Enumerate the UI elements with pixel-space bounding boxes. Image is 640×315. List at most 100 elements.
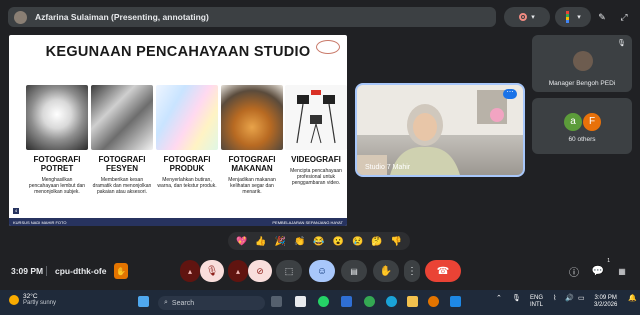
chrome-profile-icon[interactable]: [428, 296, 439, 307]
reaction-thinking-icon[interactable]: 🤔: [371, 236, 382, 247]
leave-call-button[interactable]: ☎: [425, 260, 461, 282]
camera-button[interactable]: ⊘: [248, 260, 272, 282]
card-description: Menghasilkan pencahayaan lembut dan meno…: [28, 177, 86, 195]
volume-icon[interactable]: 🔊: [565, 295, 574, 302]
portrait-photo-image: [26, 85, 88, 150]
reaction-heart-icon[interactable]: 💖: [236, 236, 247, 247]
taskbar-search[interactable]: ⌕ Search: [158, 296, 265, 310]
meeting-code: cpu-dthk-ofe: [55, 266, 107, 276]
annotate-button[interactable]: ✎: [592, 7, 612, 27]
organization-logo: [316, 40, 340, 54]
presenter-title: Azfarina Sulaiman (Presenting, annotatin…: [35, 12, 209, 22]
footer-left-text: KURSUS NADI MAHIR FOTO: [13, 219, 67, 225]
card-heading: FOTOGRAFI POTRET: [33, 155, 81, 173]
meet-window: Azfarina Sulaiman (Presenting, annotatin…: [0, 0, 640, 315]
stop-presenting-control[interactable]: ▾: [504, 7, 550, 27]
system-clock[interactable]: 3:09 PM 3/2/2026: [594, 295, 617, 309]
raise-hand-button[interactable]: ✋: [373, 260, 399, 282]
reaction-laugh-icon[interactable]: 😂: [313, 236, 324, 247]
chevron-up-icon: ▴: [187, 266, 192, 276]
info-icon: ⓘ: [569, 267, 579, 279]
mic-off-icon: 🎙: [617, 40, 626, 47]
language-code: ENG: [530, 295, 544, 301]
captions-button[interactable]: ▤: [341, 260, 367, 282]
reaction-clap-icon[interactable]: 👏: [294, 236, 305, 247]
activities-icon: ▦: [618, 266, 626, 276]
chevron-down-icon: ▾: [531, 14, 535, 21]
others-count: 60 others: [568, 136, 596, 143]
microphone-button[interactable]: 🎙: [200, 260, 224, 282]
reaction-sad-icon[interactable]: 😢: [352, 236, 363, 247]
participant-avatar: F: [583, 113, 601, 131]
presenter-avatar: [14, 10, 27, 24]
activities-button[interactable]: ▦: [614, 260, 630, 282]
card-description: Menyerlahkan butiran, warna, dan tekstur…: [157, 177, 217, 189]
camera-off-icon: ⊘: [256, 265, 264, 276]
weather-description: Partly sunny: [23, 300, 57, 306]
meeting-details-button[interactable]: ⓘ: [566, 260, 582, 282]
participant-avatar: a: [564, 113, 582, 131]
battery-icon[interactable]: ▭: [578, 295, 585, 302]
reaction-thumbs-down-icon[interactable]: 👎: [391, 236, 402, 247]
divider: [46, 266, 47, 276]
participant-avatar: [573, 51, 593, 71]
weather-temperature: 32°C: [23, 293, 38, 300]
app-icon[interactable]: [295, 296, 306, 307]
slide-card: FOTOGRAFI PRODUK Menyerlahkan butiran, w…: [156, 85, 218, 189]
chat-icon: 💬: [591, 265, 605, 277]
partly-sunny-icon: [9, 295, 19, 305]
speaker-video-tile[interactable]: ⋯ Studio 7 Mahir: [355, 83, 525, 177]
windows-start-icon[interactable]: [138, 296, 149, 307]
search-placeholder: Search: [171, 299, 195, 307]
layout-button[interactable]: ▾: [555, 7, 591, 27]
reaction-party-icon[interactable]: 🎉: [275, 236, 286, 247]
app-icon[interactable]: [341, 296, 352, 307]
camera-options-button[interactable]: ▴: [228, 260, 248, 282]
word-icon[interactable]: [450, 296, 461, 307]
fashion-photo-image: [91, 85, 153, 150]
weather-widget[interactable]: 32°C Partly sunny: [9, 293, 56, 307]
slide-card: FOTOGRAFI FESYEN Memberikan kesan dramat…: [91, 85, 153, 195]
language-indicator[interactable]: ENG INTL: [530, 295, 543, 309]
reactions-bar: 💖 👍 🎉 👏 😂 😮 😢 🤔 👎: [228, 232, 410, 250]
slide-title: KEGUNAAN PENCAHAYAAN STUDIO: [45, 44, 311, 60]
slide-card: VIDEOGRAFI Mencipta pencahayaan profesio…: [285, 85, 347, 186]
mic-off-icon: 🎙: [205, 265, 219, 277]
speaker-name-label: Studio 7 Mahir: [365, 164, 411, 171]
task-view-icon[interactable]: [271, 296, 282, 307]
clock-date: 3/2/2026: [594, 302, 618, 308]
show-hidden-icons-icon[interactable]: ⌃: [496, 295, 502, 302]
slide-card: FOTOGRAFI MAKANAN Menjadikan makanan kel…: [221, 85, 283, 195]
present-icon: ⬚: [284, 265, 294, 276]
hand-icon: ✋: [379, 265, 393, 277]
edge-icon[interactable]: [386, 296, 397, 307]
wifi-icon[interactable]: ⌇: [553, 295, 556, 302]
participant-name: Manager Bengoh PEDi: [548, 80, 616, 87]
mic-options-button[interactable]: ▴: [180, 260, 200, 282]
chevron-down-icon: ▾: [577, 14, 581, 21]
card-heading: VIDEOGRAFI: [291, 155, 341, 164]
language-layout: INTL: [530, 302, 544, 308]
reaction-thumbs-up-icon[interactable]: 👍: [255, 236, 266, 247]
microphone-tray-icon[interactable]: 🎙: [512, 295, 521, 302]
clock-time: 3:09 PM: [594, 295, 617, 301]
emoji-button[interactable]: ☺: [309, 260, 335, 282]
notification-icon[interactable]: 🔔: [628, 295, 637, 302]
others-tile[interactable]: a F 60 others: [532, 98, 632, 154]
search-icon: ⌕: [164, 299, 168, 306]
more-options-icon[interactable]: ⋯: [503, 89, 517, 99]
card-description: Memberikan kesan dramatik dan menonjolka…: [92, 177, 152, 195]
whatsapp-icon[interactable]: [318, 296, 329, 307]
participant-tile[interactable]: 🎙 Manager Bengoh PEDi: [532, 35, 632, 92]
studio-lights-icon: [296, 90, 336, 144]
file-explorer-icon[interactable]: [407, 296, 418, 307]
reaction-surprised-icon[interactable]: 😮: [333, 236, 344, 247]
presenter-bar[interactable]: Azfarina Sulaiman (Presenting, annotatin…: [8, 7, 496, 27]
card-heading: FOTOGRAFI FESYEN: [98, 155, 146, 173]
expand-button[interactable]: ⤢: [614, 7, 634, 27]
more-options-button[interactable]: ⋮: [404, 260, 420, 282]
present-screen-button[interactable]: ⬚: [276, 260, 302, 282]
card-description: Menjadikan makanan kelihatan segar dan m…: [228, 177, 276, 195]
chrome-icon[interactable]: [364, 296, 375, 307]
chat-button[interactable]: 💬 1: [590, 258, 610, 282]
